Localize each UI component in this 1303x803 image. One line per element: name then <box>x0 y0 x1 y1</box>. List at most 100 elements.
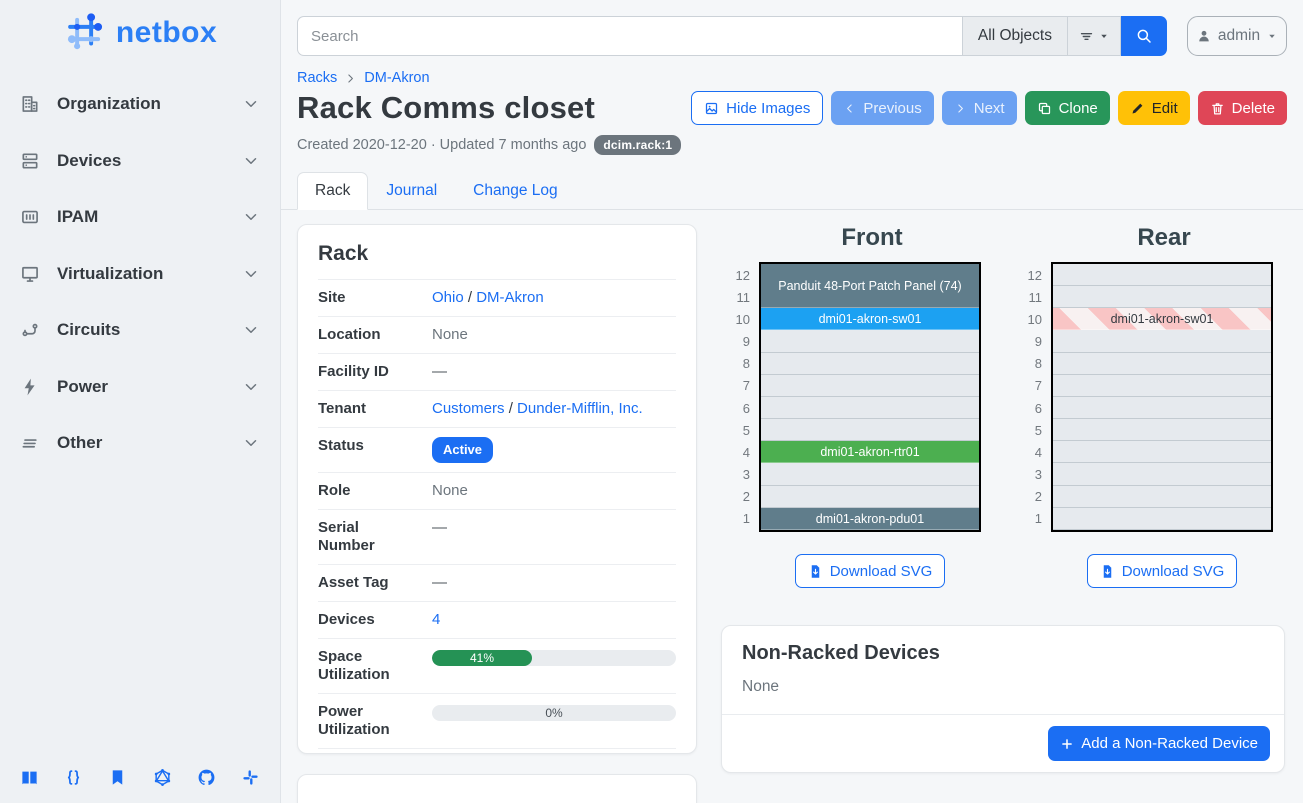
rack-device-dmi01-akron-sw01[interactable]: dmi01-akron-sw01 <box>761 308 979 330</box>
unit-number: 6 <box>725 397 759 419</box>
empty-unit-slot[interactable] <box>761 353 979 375</box>
tab-rack[interactable]: Rack <box>297 172 368 210</box>
api-docs-icon[interactable] <box>108 768 127 787</box>
empty-unit-slot[interactable] <box>1053 419 1271 441</box>
unit-number: 1 <box>1017 508 1051 530</box>
chevron-down-icon <box>242 152 260 170</box>
tab-journal[interactable]: Journal <box>368 172 455 210</box>
unit-number: 2 <box>1017 486 1051 508</box>
sidebar-item-label: IPAM <box>57 207 242 227</box>
sidebar-item-circuits[interactable]: Circuits <box>20 302 260 359</box>
sidebar-item-other[interactable]: Other <box>20 415 260 472</box>
docs-book-icon[interactable] <box>20 768 39 787</box>
search-filter-button[interactable] <box>1067 16 1121 56</box>
rear-elevation: Rear121110987654321dmi01-akron-sw01 <box>1017 224 1273 532</box>
previous-button[interactable]: Previous <box>831 91 933 125</box>
graphql-icon[interactable] <box>153 768 172 787</box>
clone-button[interactable]: Clone <box>1025 91 1110 125</box>
empty-unit-slot[interactable] <box>761 419 979 441</box>
netbox-logo[interactable]: netbox <box>10 12 270 54</box>
download-svg-front-button[interactable]: Download SVG <box>795 554 946 588</box>
unit-number: 7 <box>1017 375 1051 397</box>
empty-unit-slot[interactable] <box>1053 330 1271 352</box>
link-dm-akron[interactable]: DM-Akron <box>476 289 544 306</box>
empty-unit-slot[interactable] <box>1053 486 1271 508</box>
rack-device-dmi01-akron-sw01[interactable]: dmi01-akron-sw01 <box>1053 308 1271 330</box>
value-text: — <box>432 574 447 591</box>
link-customers[interactable]: Customers <box>432 400 505 417</box>
rack-device-dmi01-akron-pdu01[interactable]: dmi01-akron-pdu01 <box>761 508 979 530</box>
download-rear-wrap: Download SVG <box>1017 554 1273 588</box>
sidebar-item-label: Devices <box>57 151 242 171</box>
power-icon <box>20 377 40 397</box>
sidebar-item-label: Other <box>57 433 242 453</box>
empty-unit-slot[interactable] <box>761 375 979 397</box>
breadcrumb-racks-link[interactable]: Racks <box>297 70 337 86</box>
sidebar-item-power[interactable]: Power <box>20 359 260 416</box>
edit-button[interactable]: Edit <box>1118 91 1190 125</box>
rack-device-panduit-48-port-patch-panel-74[interactable]: Panduit 48-Port Patch Panel (74) <box>761 264 979 308</box>
info-value: Active <box>432 437 676 463</box>
sidebar-item-ipam[interactable]: IPAM <box>20 189 260 246</box>
next-label: Next <box>974 100 1005 117</box>
object-id-badge: dcim.rack:1 <box>594 135 681 155</box>
link-dunder-mifflin-inc[interactable]: Dunder-Mifflin, Inc. <box>517 400 643 417</box>
info-row-role: Role None <box>318 472 676 509</box>
chevron-right-icon <box>954 102 967 115</box>
empty-unit-slot[interactable] <box>761 397 979 419</box>
rack-device-dmi01-akron-rtr01[interactable]: dmi01-akron-rtr01 <box>761 441 979 463</box>
rest-api-icon[interactable] <box>64 768 83 787</box>
sidebar-item-organization[interactable]: Organization <box>20 76 260 133</box>
server-icon <box>20 151 40 171</box>
plus-icon <box>1060 737 1074 751</box>
delete-button[interactable]: Delete <box>1198 91 1287 125</box>
unit-number: 8 <box>1017 353 1051 375</box>
info-label: Space Utilization <box>318 648 413 684</box>
value-text: None <box>432 326 468 343</box>
add-non-racked-device-label: Add a Non-Racked Device <box>1081 735 1258 752</box>
unit-number: 6 <box>1017 397 1051 419</box>
empty-unit-slot[interactable] <box>1053 463 1271 485</box>
info-label: Role <box>318 482 413 500</box>
caret-down-icon <box>1098 30 1110 42</box>
devices-count-link[interactable]: 4 <box>432 611 440 628</box>
slack-icon[interactable] <box>241 768 260 787</box>
add-non-racked-device-button[interactable]: Add a Non-Racked Device <box>1048 726 1270 761</box>
user-menu-button[interactable]: admin <box>1187 16 1287 56</box>
building-icon <box>20 94 40 114</box>
link-ohio[interactable]: Ohio <box>432 289 464 306</box>
info-row-power-utilization: Power Utilization0% <box>318 693 676 749</box>
empty-unit-slot[interactable] <box>1053 375 1271 397</box>
info-row-site: SiteOhio / DM-Akron <box>318 279 676 316</box>
breadcrumb-dm-akron-link[interactable]: DM-Akron <box>364 70 429 86</box>
sidebar-item-virtualization[interactable]: Virtualization <box>20 246 260 303</box>
next-panel-stub <box>297 774 697 803</box>
empty-unit-slot[interactable] <box>1053 508 1271 530</box>
empty-unit-slot[interactable] <box>1053 397 1271 419</box>
empty-unit-slot[interactable] <box>1053 264 1271 286</box>
value-text: — <box>432 363 447 380</box>
next-button[interactable]: Next <box>942 91 1017 125</box>
search-input[interactable] <box>297 16 962 56</box>
github-icon[interactable] <box>197 768 216 787</box>
tab-change-log[interactable]: Change Log <box>455 172 575 210</box>
search-scope-button[interactable]: All Objects <box>962 16 1067 56</box>
netbox-logo-text: netbox <box>116 16 217 50</box>
info-value: None <box>432 482 676 500</box>
empty-unit-slot[interactable] <box>1053 286 1271 308</box>
sidebar-item-devices[interactable]: Devices <box>20 133 260 190</box>
chevron-down-icon <box>242 434 260 452</box>
edit-label: Edit <box>1152 100 1178 117</box>
empty-unit-slot[interactable] <box>1053 353 1271 375</box>
empty-unit-slot[interactable] <box>761 486 979 508</box>
progress-label: 0% <box>432 705 676 721</box>
download-svg-rear-button[interactable]: Download SVG <box>1087 554 1238 588</box>
search-submit-button[interactable] <box>1121 16 1167 56</box>
empty-unit-slot[interactable] <box>761 463 979 485</box>
empty-unit-slot[interactable] <box>761 330 979 352</box>
file-download-icon <box>808 564 823 579</box>
download-row: Download SVG Download SVG <box>709 554 1287 588</box>
sidebar-footer <box>0 768 280 787</box>
empty-unit-slot[interactable] <box>1053 441 1271 463</box>
hide-images-button[interactable]: Hide Images <box>691 91 823 125</box>
